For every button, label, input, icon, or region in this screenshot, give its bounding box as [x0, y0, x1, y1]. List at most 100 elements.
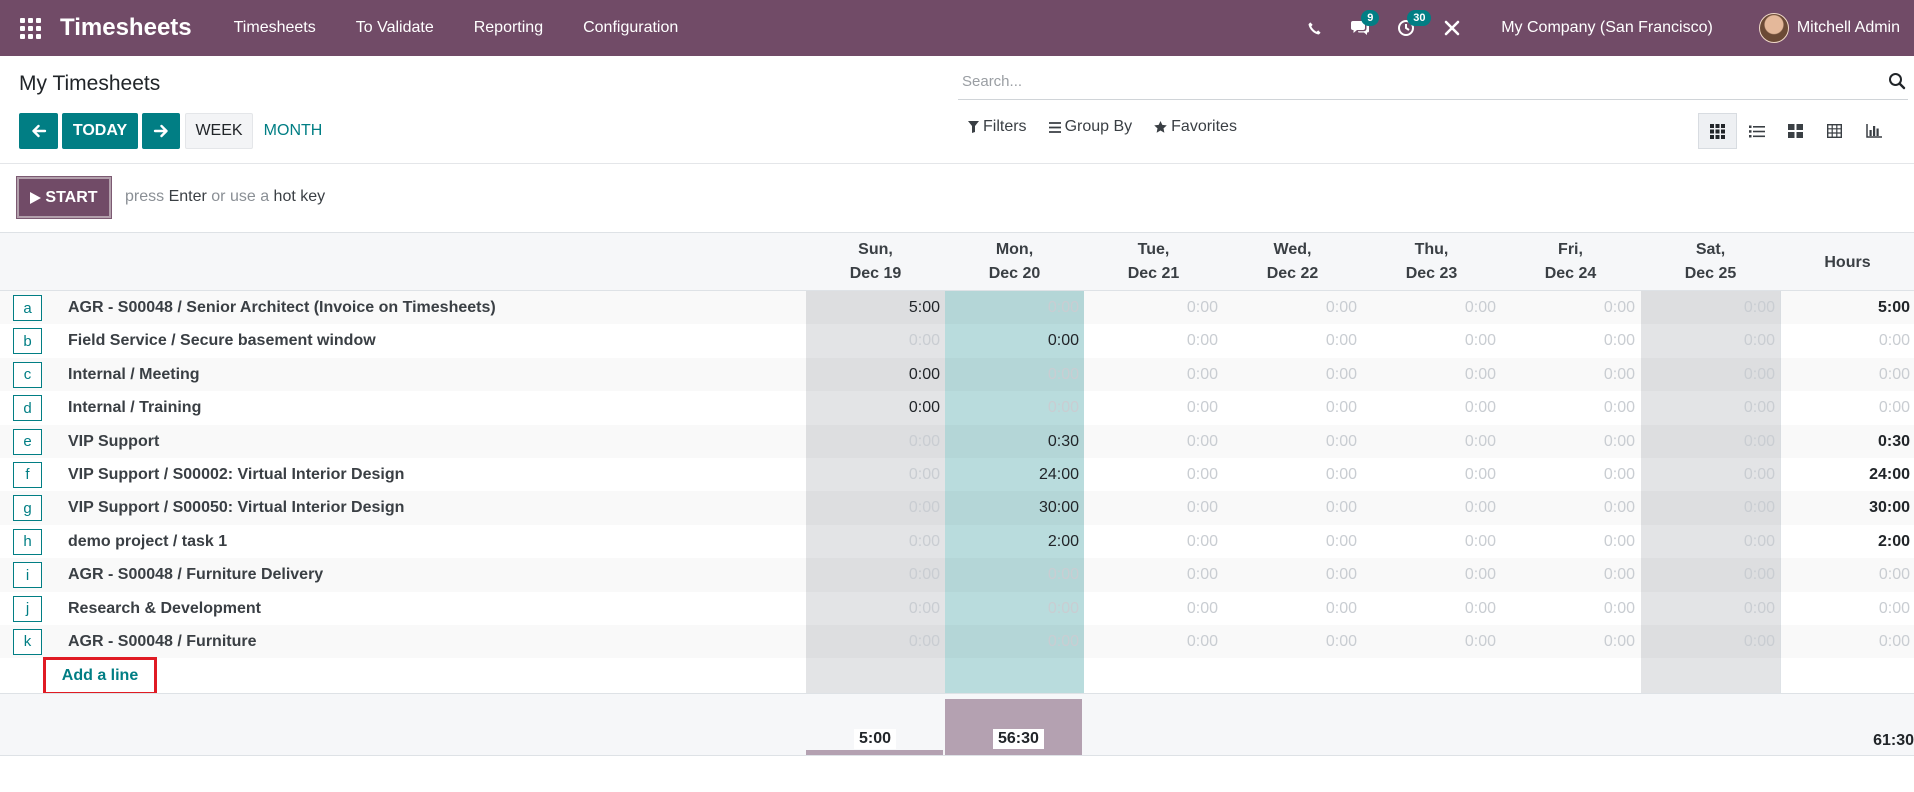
- week-scale-button[interactable]: WEEK: [185, 113, 253, 149]
- row-hotkey[interactable]: j: [13, 595, 42, 622]
- time-cell[interactable]: 0:00: [1225, 499, 1357, 517]
- list-view-button[interactable]: [1737, 113, 1776, 149]
- time-cell[interactable]: 0:00: [1086, 366, 1218, 384]
- row-hotkey[interactable]: a: [13, 295, 42, 321]
- row-title[interactable]: Internal / Training: [68, 399, 201, 417]
- time-cell[interactable]: 0:00: [1225, 633, 1357, 651]
- group-by-toggle[interactable]: Group By: [1048, 118, 1132, 136]
- menu-reporting[interactable]: Reporting: [454, 19, 563, 37]
- time-cell[interactable]: 0:00: [1364, 499, 1496, 517]
- time-cell[interactable]: 0:00: [1364, 600, 1496, 618]
- time-cell[interactable]: 0:00: [1225, 533, 1357, 551]
- time-cell[interactable]: 24:00: [947, 466, 1079, 484]
- start-timer-button[interactable]: START: [16, 176, 112, 219]
- time-cell[interactable]: 0:00: [1643, 533, 1775, 551]
- time-cell[interactable]: 0:00: [947, 299, 1079, 317]
- time-cell[interactable]: 0:00: [1086, 566, 1218, 584]
- filters-toggle[interactable]: Filters: [968, 118, 1027, 136]
- time-cell[interactable]: 0:00: [1364, 566, 1496, 584]
- time-cell[interactable]: 0:00: [1643, 433, 1775, 451]
- time-cell[interactable]: 0:00: [1086, 633, 1218, 651]
- time-cell[interactable]: 0:00: [1643, 566, 1775, 584]
- pivot-view-button[interactable]: [1815, 113, 1854, 149]
- row-title[interactable]: AGR - S00048 / Furniture: [68, 633, 257, 651]
- app-menu-icon[interactable]: [18, 16, 42, 40]
- app-brand[interactable]: Timesheets: [60, 14, 192, 42]
- time-cell[interactable]: 0:00: [947, 399, 1079, 417]
- row-title[interactable]: VIP Support: [68, 433, 159, 451]
- time-cell[interactable]: 2:00: [947, 533, 1079, 551]
- time-cell[interactable]: 0:00: [808, 533, 940, 551]
- time-cell[interactable]: 0:00: [1086, 533, 1218, 551]
- search-icon[interactable]: [1888, 72, 1906, 90]
- row-title[interactable]: AGR - S00048 / Furniture Delivery: [68, 566, 323, 584]
- row-title[interactable]: AGR - S00048 / Senior Architect (Invoice…: [68, 299, 496, 317]
- time-cell[interactable]: 0:00: [808, 600, 940, 618]
- time-cell[interactable]: 0:00: [1364, 332, 1496, 350]
- messages-icon[interactable]: 9: [1349, 10, 1380, 39]
- time-cell[interactable]: 0:30: [947, 433, 1079, 451]
- row-title[interactable]: Internal / Meeting: [68, 366, 200, 384]
- time-cell[interactable]: 0:00: [1225, 366, 1357, 384]
- time-cell[interactable]: 0:00: [1503, 366, 1635, 384]
- time-cell[interactable]: 0:00: [1086, 499, 1218, 517]
- time-cell[interactable]: 0:00: [1643, 466, 1775, 484]
- time-cell[interactable]: 0:00: [1643, 366, 1775, 384]
- time-cell[interactable]: 0:00: [1503, 566, 1635, 584]
- time-cell[interactable]: 0:00: [1643, 499, 1775, 517]
- row-hotkey[interactable]: k: [13, 628, 42, 655]
- time-cell[interactable]: 0:00: [1225, 399, 1357, 417]
- time-cell[interactable]: 0:00: [1225, 332, 1357, 350]
- time-cell[interactable]: 0:00: [1364, 633, 1496, 651]
- time-cell[interactable]: 0:00: [1643, 299, 1775, 317]
- time-cell[interactable]: 0:00: [808, 466, 940, 484]
- time-cell[interactable]: 0:00: [1503, 399, 1635, 417]
- row-title[interactable]: VIP Support / S00050: Virtual Interior D…: [68, 499, 404, 517]
- time-cell[interactable]: 0:00: [1225, 433, 1357, 451]
- grid-view-button[interactable]: [1698, 113, 1737, 149]
- menu-configuration[interactable]: Configuration: [563, 19, 698, 37]
- row-hotkey[interactable]: g: [13, 495, 42, 522]
- time-cell[interactable]: 0:00: [1086, 600, 1218, 618]
- row-title[interactable]: demo project / task 1: [68, 533, 227, 551]
- menu-to-validate[interactable]: To Validate: [336, 19, 454, 37]
- row-hotkey[interactable]: i: [13, 562, 42, 589]
- row-title[interactable]: VIP Support / S00002: Virtual Interior D…: [68, 466, 404, 484]
- activities-icon[interactable]: 30: [1395, 10, 1432, 39]
- time-cell[interactable]: 0:00: [1225, 600, 1357, 618]
- time-cell[interactable]: 0:00: [1225, 299, 1357, 317]
- time-cell[interactable]: 30:00: [947, 499, 1079, 517]
- month-scale-button[interactable]: MONTH: [256, 113, 330, 149]
- row-hotkey[interactable]: h: [13, 528, 42, 555]
- menu-timesheets[interactable]: Timesheets: [214, 19, 336, 37]
- time-cell[interactable]: 0:00: [1503, 299, 1635, 317]
- time-cell[interactable]: 0:00: [1364, 466, 1496, 484]
- time-cell[interactable]: 0:00: [947, 600, 1079, 618]
- time-cell[interactable]: 0:00: [1503, 499, 1635, 517]
- row-hotkey[interactable]: d: [13, 395, 42, 422]
- previous-period-button[interactable]: [19, 113, 58, 149]
- row-title[interactable]: Research & Development: [68, 600, 261, 618]
- time-cell[interactable]: 0:00: [1503, 533, 1635, 551]
- time-cell[interactable]: 0:00: [1364, 399, 1496, 417]
- row-title[interactable]: Field Service / Secure basement window: [68, 332, 376, 350]
- time-cell[interactable]: 0:00: [1364, 533, 1496, 551]
- time-cell[interactable]: 0:00: [1364, 366, 1496, 384]
- time-cell[interactable]: 0:00: [1503, 600, 1635, 618]
- time-cell[interactable]: 0:00: [1643, 332, 1775, 350]
- row-hotkey[interactable]: e: [13, 428, 42, 455]
- add-line-button[interactable]: Add a line: [43, 657, 157, 695]
- time-cell[interactable]: 0:00: [1643, 600, 1775, 618]
- time-cell[interactable]: 0:00: [1364, 433, 1496, 451]
- time-cell[interactable]: 0:00: [808, 366, 940, 384]
- time-cell[interactable]: 0:00: [1503, 433, 1635, 451]
- time-cell[interactable]: 0:00: [1086, 466, 1218, 484]
- row-hotkey[interactable]: f: [13, 461, 42, 488]
- search-input[interactable]: [958, 66, 1878, 96]
- time-cell[interactable]: 0:00: [808, 332, 940, 350]
- today-button[interactable]: TODAY: [62, 113, 138, 149]
- time-cell[interactable]: 0:00: [808, 399, 940, 417]
- time-cell[interactable]: 0:00: [1364, 299, 1496, 317]
- kanban-view-button[interactable]: [1776, 113, 1815, 149]
- time-cell[interactable]: 0:00: [947, 566, 1079, 584]
